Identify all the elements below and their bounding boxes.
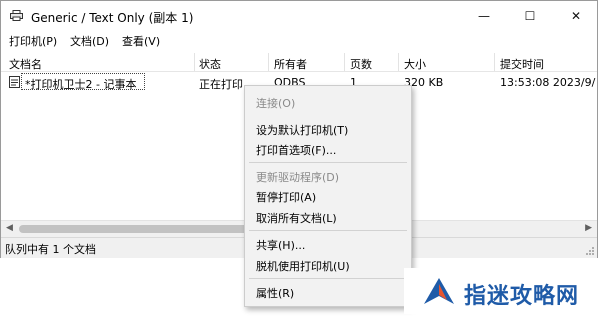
printer-icon <box>10 10 23 21</box>
menu-item-share[interactable]: 共享(H)... <box>256 237 305 253</box>
window-title: Generic / Text Only (副本 1) <box>31 11 194 25</box>
document-icon <box>9 76 20 88</box>
column-submitted[interactable]: 提交时间 <box>500 56 544 72</box>
document-name: *打印机卫士2 - 记事本 <box>25 78 137 91</box>
column-divider[interactable] <box>494 53 495 71</box>
column-divider[interactable] <box>398 53 399 71</box>
column-owner[interactable]: 所有者 <box>274 56 307 72</box>
brand-text: 指迷攻略网 <box>464 283 580 309</box>
menu-item-update-driver[interactable]: 更新驱动程序(D) <box>256 169 339 185</box>
menu-item-offline[interactable]: 脱机使用打印机(U) <box>256 258 350 274</box>
column-header: 文档名 状态 所有者 页数 大小 提交时间 <box>1 53 597 72</box>
queue-status-text: 队列中有 1 个文档 <box>5 243 96 256</box>
column-divider[interactable] <box>268 53 269 71</box>
menu-item-properties[interactable]: 属性(R) <box>256 285 294 301</box>
scroll-left-icon[interactable]: ◀ <box>6 223 13 233</box>
maximize-button[interactable]: ☐ <box>507 1 553 31</box>
menu-item-preferences[interactable]: 打印首选项(F)... <box>256 142 336 158</box>
brand-logo: 指迷攻略网 <box>404 268 594 314</box>
menu-item-cancel-all[interactable]: 取消所有文档(L) <box>256 210 337 226</box>
context-menu: 连接(O) 设为默认打印机(T) 打印首选项(F)... 更新驱动程序(D) 暂… <box>244 85 412 307</box>
menu-document[interactable]: 文档(D) <box>70 33 109 49</box>
close-button[interactable]: ✕ <box>553 1 599 31</box>
brand-logo-icon <box>424 278 454 304</box>
column-status[interactable]: 状态 <box>199 56 221 72</box>
column-pages[interactable]: 页数 <box>350 56 372 72</box>
resize-grip-icon[interactable] <box>585 246 595 256</box>
menu-item-pause[interactable]: 暂停打印(A) <box>256 189 316 205</box>
column-name[interactable]: 文档名 <box>9 56 42 72</box>
minimize-button[interactable]: — <box>461 1 507 31</box>
document-time: 13:53:08 2023/9/ <box>500 76 596 89</box>
menu-separator <box>249 278 407 279</box>
scroll-right-icon[interactable]: ▶ <box>585 223 592 233</box>
column-size[interactable]: 大小 <box>404 56 426 72</box>
menu-separator <box>249 230 407 231</box>
column-divider[interactable] <box>194 53 195 71</box>
column-divider[interactable] <box>344 53 345 71</box>
menu-item-connect[interactable]: 连接(O) <box>256 95 295 111</box>
menu-printer[interactable]: 打印机(P) <box>9 33 57 49</box>
document-status: 正在打印 <box>199 78 243 91</box>
title-bar[interactable]: Generic / Text Only (副本 1) — ☐ ✕ <box>1 1 597 31</box>
menu-separator <box>249 162 407 163</box>
menu-bar: 打印机(P) 文档(D) 查看(V) <box>1 31 597 49</box>
menu-view[interactable]: 查看(V) <box>122 33 160 49</box>
menu-item-set-default[interactable]: 设为默认打印机(T) <box>256 122 348 138</box>
